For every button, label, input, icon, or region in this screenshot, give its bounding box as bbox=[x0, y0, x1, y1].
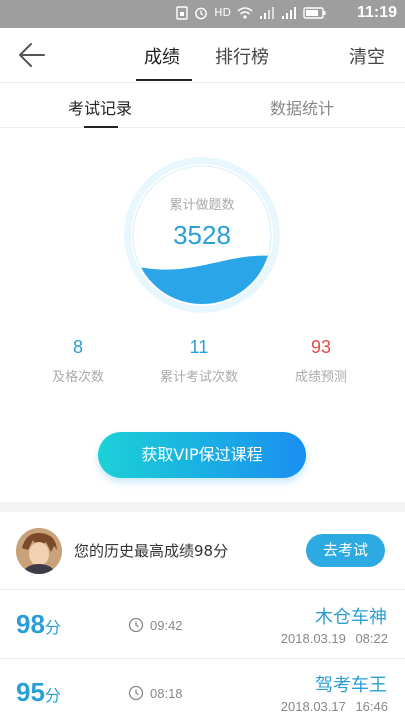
signal-4g-icon bbox=[281, 6, 297, 20]
wifi-icon bbox=[237, 6, 253, 20]
best-score-text: 您的历史最高成绩98分 bbox=[74, 542, 229, 560]
top-nav: 成绩 排行榜 清空 bbox=[0, 28, 405, 82]
subtab-indicator bbox=[84, 126, 118, 128]
status-icons: HD bbox=[176, 6, 327, 20]
tab-ranking[interactable]: 排行榜 bbox=[215, 43, 269, 69]
sub-tabs: 考试记录 数据统计 bbox=[0, 82, 405, 128]
tab-score-indicator bbox=[136, 79, 192, 81]
record-score-unit: 分 bbox=[44, 618, 61, 637]
best-score-row: 您的历史最高成绩98分 去考试 bbox=[0, 512, 405, 590]
record-date: 2018.03.17 16:46 bbox=[280, 699, 388, 714]
stat-score-prediction-value: 93 bbox=[310, 337, 332, 357]
stat-exam-count: 11 累计考试次数 bbox=[134, 334, 264, 385]
stat-pass-count-value: 8 bbox=[72, 337, 83, 357]
stats-row: 8 及格次数 11 累计考试次数 93 成绩预测 bbox=[0, 334, 405, 394]
stat-exam-count-label: 累计考试次数 bbox=[159, 370, 238, 385]
section-divider bbox=[0, 502, 405, 512]
stat-pass-count: 8 及格次数 bbox=[13, 334, 143, 385]
list-item[interactable]: 95分 08:18 驾考车王 2018.03.17 16:46 bbox=[0, 659, 405, 720]
signal-icon bbox=[259, 6, 275, 20]
gauge-value: 3528 bbox=[173, 220, 231, 250]
status-bar: HD 11:19 bbox=[0, 0, 405, 28]
vip-course-button[interactable]: 获取VIP保过课程 bbox=[98, 432, 306, 478]
gauge-label: 累计做题数 bbox=[169, 198, 235, 213]
subtab-data-stats[interactable]: 数据统计 bbox=[270, 95, 334, 119]
clock-icon bbox=[128, 685, 144, 701]
record-name: 木仓车神 bbox=[315, 607, 387, 628]
alarm-icon bbox=[194, 6, 208, 20]
subtab-exam-records[interactable]: 考试记录 bbox=[68, 95, 132, 119]
record-duration: 09:42 bbox=[150, 618, 183, 633]
status-time: 11:19 bbox=[356, 4, 397, 21]
record-score: 95分 bbox=[16, 677, 61, 708]
record-name: 驾考车王 bbox=[315, 675, 387, 696]
back-button[interactable] bbox=[16, 40, 48, 70]
battery-icon bbox=[303, 6, 327, 20]
go-exam-button[interactable]: 去考试 bbox=[306, 534, 385, 567]
sim-icon bbox=[176, 6, 188, 20]
record-score-unit: 分 bbox=[44, 686, 61, 705]
stat-score-prediction: 93 成绩预测 bbox=[256, 334, 386, 385]
stat-exam-count-value: 11 bbox=[189, 337, 209, 357]
record-date: 2018.03.19 08:22 bbox=[280, 631, 388, 646]
hd-label: HD bbox=[214, 6, 231, 19]
list-item[interactable]: 98分 09:42 木仓车神 2018.03.19 08:22 bbox=[0, 591, 405, 659]
tab-score[interactable]: 成绩 bbox=[144, 43, 180, 69]
record-score-value: 98 bbox=[16, 609, 45, 639]
record-score-value: 95 bbox=[16, 677, 45, 707]
clock-icon bbox=[128, 617, 144, 633]
stat-score-prediction-label: 成绩预测 bbox=[294, 370, 347, 385]
avatar bbox=[16, 528, 62, 574]
clear-button[interactable]: 清空 bbox=[349, 43, 385, 69]
record-score: 98分 bbox=[16, 609, 61, 640]
arrow-left-icon bbox=[19, 43, 45, 67]
stat-pass-count-label: 及格次数 bbox=[51, 370, 104, 385]
record-duration: 08:18 bbox=[150, 686, 183, 701]
question-count-gauge: 累计做题数 3528 bbox=[121, 154, 283, 316]
